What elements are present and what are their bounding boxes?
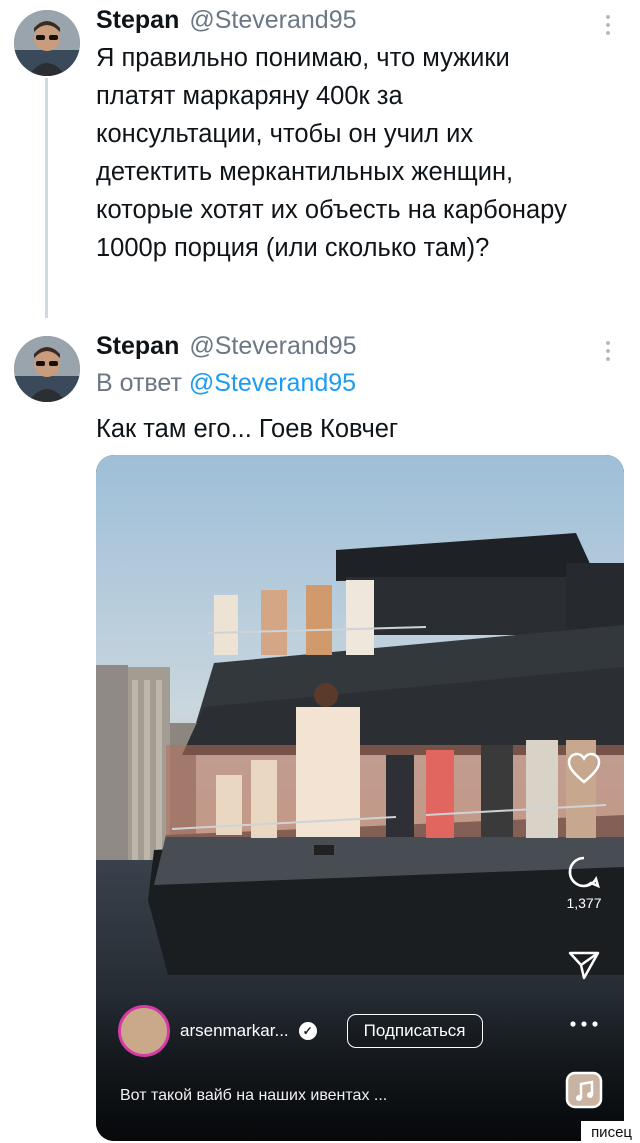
author-name[interactable]: Stepan [96,6,179,35]
video-media[interactable]: 1,377 arsenmarkar... ✓ Подписаться Вот т… [96,455,624,1141]
verified-badge-icon: ✓ [298,1022,317,1040]
author-name[interactable]: Stepan [96,332,179,361]
more-vertical-icon[interactable] [597,14,618,36]
avatar[interactable] [14,336,80,402]
reply-prefix: В ответ [96,369,182,397]
comments-count: 1,377 [566,895,602,911]
more-horizontal-icon [570,1021,598,1027]
audio-icon [565,1071,603,1109]
watermark: писец [581,1121,640,1143]
more-vertical-icon[interactable] [597,340,618,362]
account-name[interactable]: arsenmarkar... [180,1021,289,1041]
audio-button[interactable] [554,1071,614,1109]
options-button[interactable] [554,1020,614,1028]
author-handle[interactable]: @Steverand95 [189,332,356,361]
send-icon [568,951,600,980]
account-avatar[interactable] [118,1005,170,1057]
follow-button[interactable]: Подписаться [346,1014,483,1048]
like-button[interactable] [554,751,614,785]
reply-context: В ответ @Steverand95 [96,369,356,398]
comment-button[interactable]: 1,377 [554,855,614,911]
tweet-text: Я правильно понимаю, что мужики платят м… [96,44,567,262]
share-button[interactable] [554,949,614,981]
author-handle[interactable]: @Steverand95 [189,6,356,35]
heart-icon [567,752,601,784]
tweet-text: Как там его... Гоев Ковчег [96,415,399,443]
comment-icon [568,856,600,889]
reply-mention-link[interactable]: @Steverand95 [189,369,356,397]
video-caption[interactable]: Вот такой вайб на наших ивентах ... [120,1087,387,1105]
avatar[interactable] [14,10,80,76]
video-account-row: arsenmarkar... ✓ Подписаться [118,1005,483,1057]
thread-line [45,78,48,318]
